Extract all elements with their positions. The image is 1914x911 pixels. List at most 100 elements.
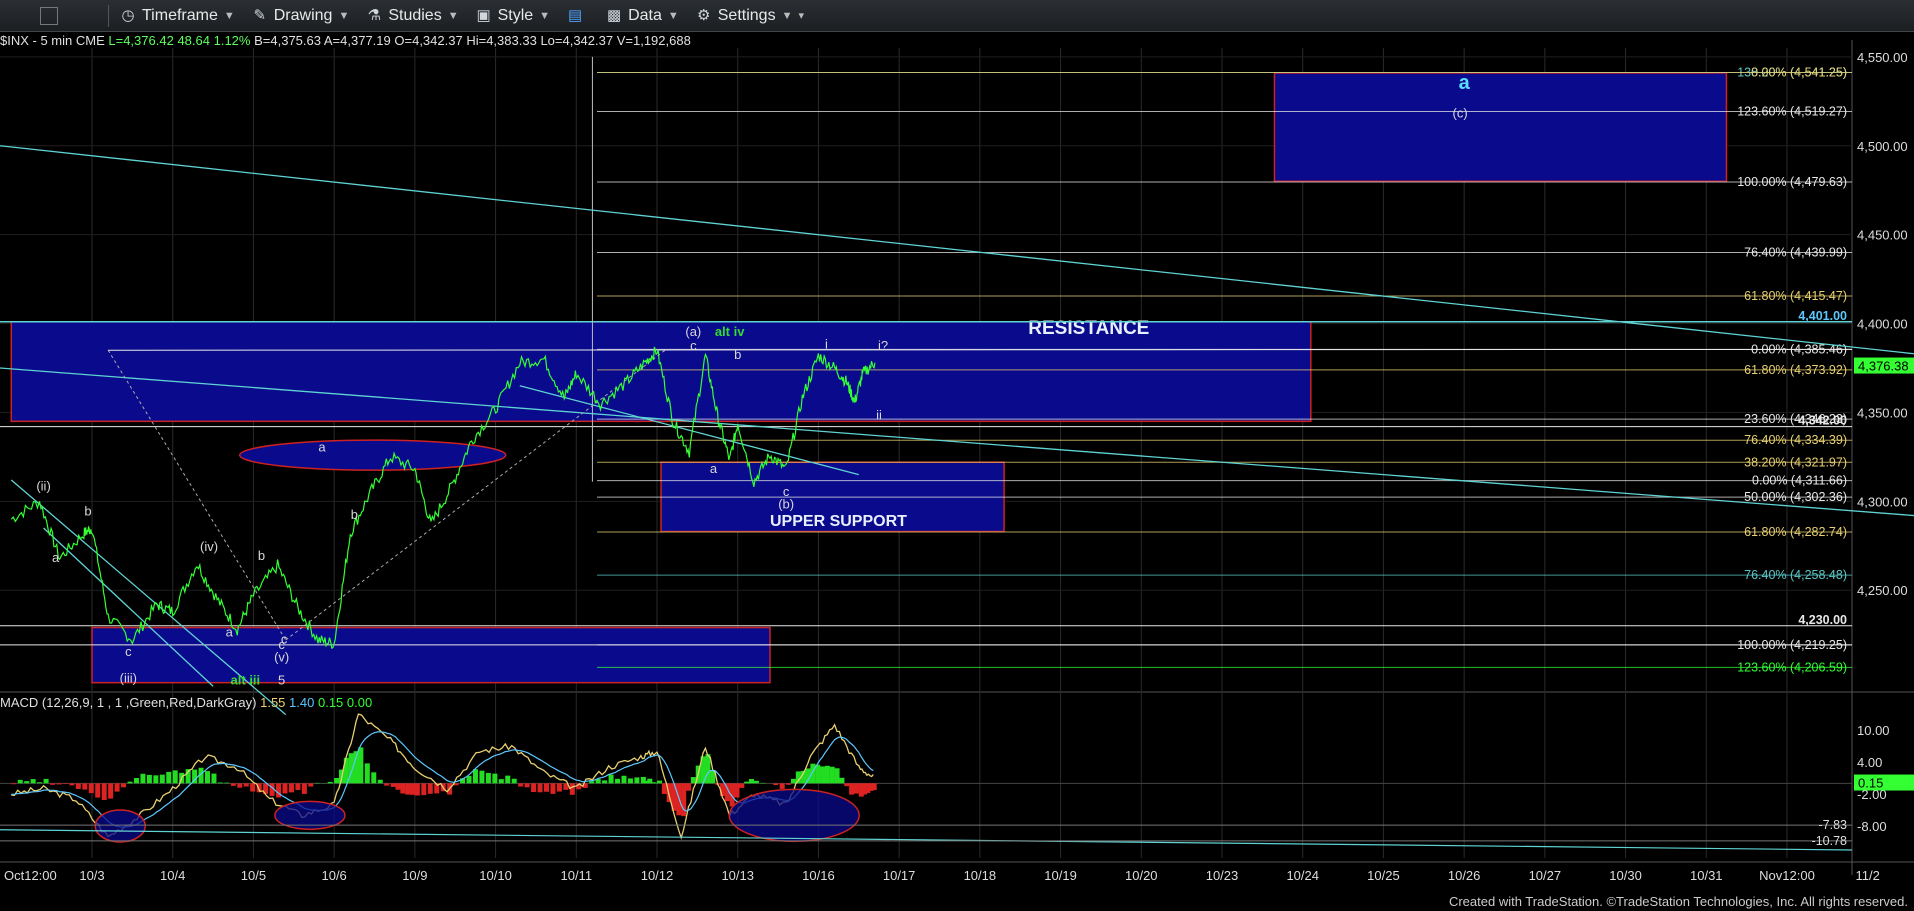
x-tick-label: 10/30: [1609, 868, 1642, 883]
fib-label: 76.40% (4,439.99): [1744, 245, 1847, 259]
macd-histogram-bar: [657, 780, 662, 784]
price-marker-label: 4,342.00: [1798, 414, 1847, 428]
macd-histogram-bar: [427, 783, 433, 794]
macd-histogram-bar: [288, 783, 294, 793]
macd-value-2: 1.40: [289, 695, 315, 710]
fib-label: 76.40% (4,258.48): [1744, 568, 1847, 582]
macd-histogram-bar: [705, 754, 711, 784]
macd-histogram-bar: [589, 781, 595, 784]
x-tick-label: 10/18: [964, 868, 997, 883]
macd-histogram-bar: [627, 778, 633, 784]
macd-histogram-bar: [871, 783, 877, 791]
macd-histogram-bar: [390, 783, 396, 787]
macd-histogram-bar: [544, 783, 549, 792]
fib-label: 123.60% (4,206.59): [1737, 660, 1847, 674]
wave-label: (iv): [200, 539, 218, 554]
wave-label: 5: [278, 672, 285, 687]
wave-label: alt iv: [715, 324, 745, 339]
macd-histogram-bar: [686, 783, 692, 791]
macd-histogram-bar: [211, 773, 217, 784]
macd-histogram-bar: [829, 766, 835, 784]
fib-label: 0.00% (4,311.66): [1752, 474, 1847, 488]
fib-label: 38.20% (4,321.97): [1744, 455, 1847, 469]
macd-histogram-bar: [75, 783, 81, 789]
macd-histogram-bar: [276, 783, 282, 798]
macd-histogram-bar: [140, 773, 146, 784]
macd-histogram-bar: [518, 783, 524, 787]
wave-label: (c): [1453, 105, 1468, 120]
zone-a: [1273, 72, 1728, 183]
fib-label: 61.80% (4,415.47): [1744, 289, 1847, 303]
x-tick-label: 10/23: [1206, 868, 1239, 883]
macd-histogram-bar: [739, 783, 745, 788]
macd-tick-label: -8.00: [1857, 819, 1887, 834]
x-tick-label: 10/26: [1448, 868, 1481, 883]
macd-histogram-bar: [88, 783, 94, 794]
macd-histogram-bar: [779, 783, 785, 789]
macd-histogram-bar: [472, 769, 478, 784]
wave-label: i?: [878, 338, 888, 353]
wave-label: (ii): [36, 479, 50, 494]
y-tick-label: 4,500.00: [1857, 139, 1908, 154]
price-chart[interactable]: 4,550.00 4,500.00 4,450.00 4,400.00 4,350.00…: [0, 0, 1914, 911]
macd-histogram-bar: [556, 783, 562, 792]
price-marker-label: 4,230.00: [1798, 613, 1847, 627]
x-tick-label: 10/5: [241, 868, 266, 883]
wave-ellipse: [239, 439, 507, 471]
wave-label: a: [1459, 72, 1471, 94]
macd-histogram-bar: [172, 770, 178, 784]
macd-histogram-bar: [334, 777, 340, 784]
macd-histogram-bar: [466, 775, 472, 784]
macd-histogram-bar: [243, 783, 249, 787]
x-tick-label: Nov12:00: [1759, 868, 1815, 883]
x-tick-label: 10/13: [721, 868, 754, 883]
macd-histogram-bar: [224, 782, 230, 784]
x-tick-label: 10/10: [479, 868, 512, 883]
macd-histogram-bar: [492, 773, 498, 784]
macd-histogram-bar: [661, 783, 667, 795]
macd-histogram-bar: [844, 783, 850, 787]
x-tick-label: 10/19: [1044, 868, 1077, 883]
macd-histogram-bar: [786, 783, 792, 785]
macd-histogram-bar: [421, 783, 427, 796]
macd-histogram-bar: [308, 783, 314, 787]
wave-label: a: [226, 624, 234, 639]
macd-histogram-bar: [295, 783, 301, 790]
x-tick-label: 10/17: [883, 868, 916, 883]
fib-label: 61.80% (4,373.92): [1744, 363, 1847, 377]
macd-histogram-bar: [849, 783, 855, 795]
macd-ellipse: [94, 809, 146, 843]
macd-histogram-bar: [301, 783, 307, 794]
macd-histogram-bar: [237, 783, 243, 788]
macd-histogram-bar: [50, 783, 56, 785]
macd-histogram-bar: [121, 783, 127, 788]
wave-label: b: [351, 507, 358, 522]
x-tick-label: 10/16: [802, 868, 835, 883]
macd-histogram-bar: [410, 783, 416, 795]
macd-histogram-bar: [62, 783, 68, 784]
macd-histogram-bar: [384, 783, 390, 786]
macd-histogram-bar: [820, 766, 826, 784]
macd-marker-label: -7.83: [1819, 818, 1848, 832]
x-tick-label: 10/11: [560, 868, 592, 883]
macd-histogram-bar: [114, 783, 120, 792]
macd-legend: MACD (12,26,9, 1 , 1 ,Green,Red,DarkGray…: [0, 695, 372, 710]
wave-label: a: [52, 550, 60, 565]
x-tick-label: 10/9: [402, 868, 427, 883]
macd-histogram-bar: [498, 779, 504, 784]
price-marker-label: 4,401.00: [1798, 309, 1847, 323]
fib-label: 61.80% (4,282.74): [1744, 525, 1847, 539]
macd-histogram-bar: [537, 783, 543, 793]
x-tick-label: 10/25: [1367, 868, 1400, 883]
macd-histogram-bar: [371, 772, 377, 784]
macd-histogram-bar: [839, 777, 845, 784]
macd-tick-label: 10.00: [1857, 723, 1890, 738]
macd-histogram-bar: [327, 781, 333, 784]
macd-histogram-bar: [217, 782, 223, 784]
macd-histogram-bar: [364, 763, 370, 784]
wave-label: b: [734, 347, 741, 362]
y-tick-label: 4,450.00: [1857, 228, 1908, 243]
macd-histogram-bar: [358, 747, 364, 784]
macd-histogram-bar: [146, 774, 152, 784]
x-tick-label: 10/12: [641, 868, 674, 883]
